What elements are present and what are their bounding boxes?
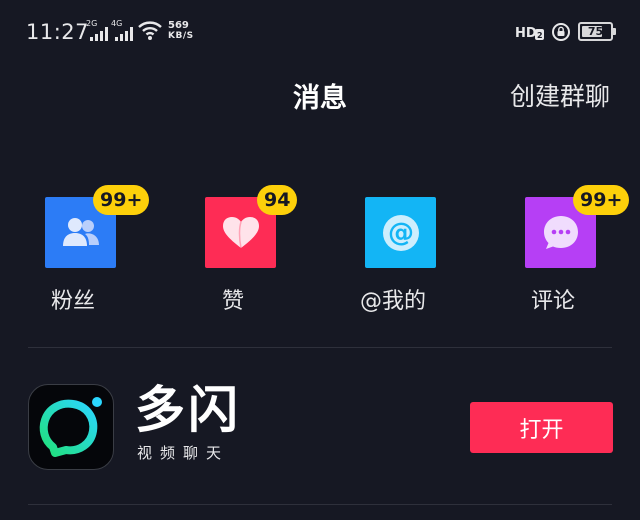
hd-label: HD [515,26,537,41]
likes-count-badge: 94 [257,185,298,215]
duoshan-app-icon [28,384,114,470]
status-time: 11:27 [26,20,90,44]
duoshan-promo: 多闪 视频聊天 打开 [0,348,640,503]
entry-label: 评论 [530,289,575,314]
entry-label: 赞 [221,289,244,314]
hd-sub: 2 [537,31,543,40]
svg-text:@: @ [388,218,414,248]
divider [28,504,612,505]
signal-icon: 2G [86,19,110,43]
battery-icon: 75 [578,22,616,41]
open-app-button[interactable]: 打开 [470,402,613,453]
entry-mentions[interactable]: @ @我的 [323,185,463,315]
entry-comments[interactable]: 99+ 评论 [483,185,630,315]
network-speed-unit: KB/S [168,31,194,41]
entry-fans[interactable]: 99+ 粉丝 [3,185,150,315]
signal-icon: 4G [111,19,135,43]
rotation-lock-icon [552,23,570,41]
wifi-icon [138,21,162,40]
network-speed: 569 KB/S [168,20,194,42]
network-speed-value: 569 [168,20,189,31]
entry-likes[interactable]: 94 赞 [163,185,303,315]
entry-label: @我的 [359,289,426,314]
promo-slogan: 视频聊天 [137,444,230,462]
at-icon: @ [365,197,436,268]
status-bar: 11:27 2G 4G 569 KB/S HD 2 75 [0,0,640,62]
battery-level: 75 [587,25,604,38]
create-group-chat-button[interactable]: 创建群聊 [510,77,610,113]
promo-app-name: 多闪 [135,381,241,439]
comments-count-badge: 99+ [573,185,630,215]
hd-icon: HD 2 [515,26,544,41]
fans-count-badge: 99+ [93,185,150,215]
entry-label: 粉丝 [50,289,95,314]
